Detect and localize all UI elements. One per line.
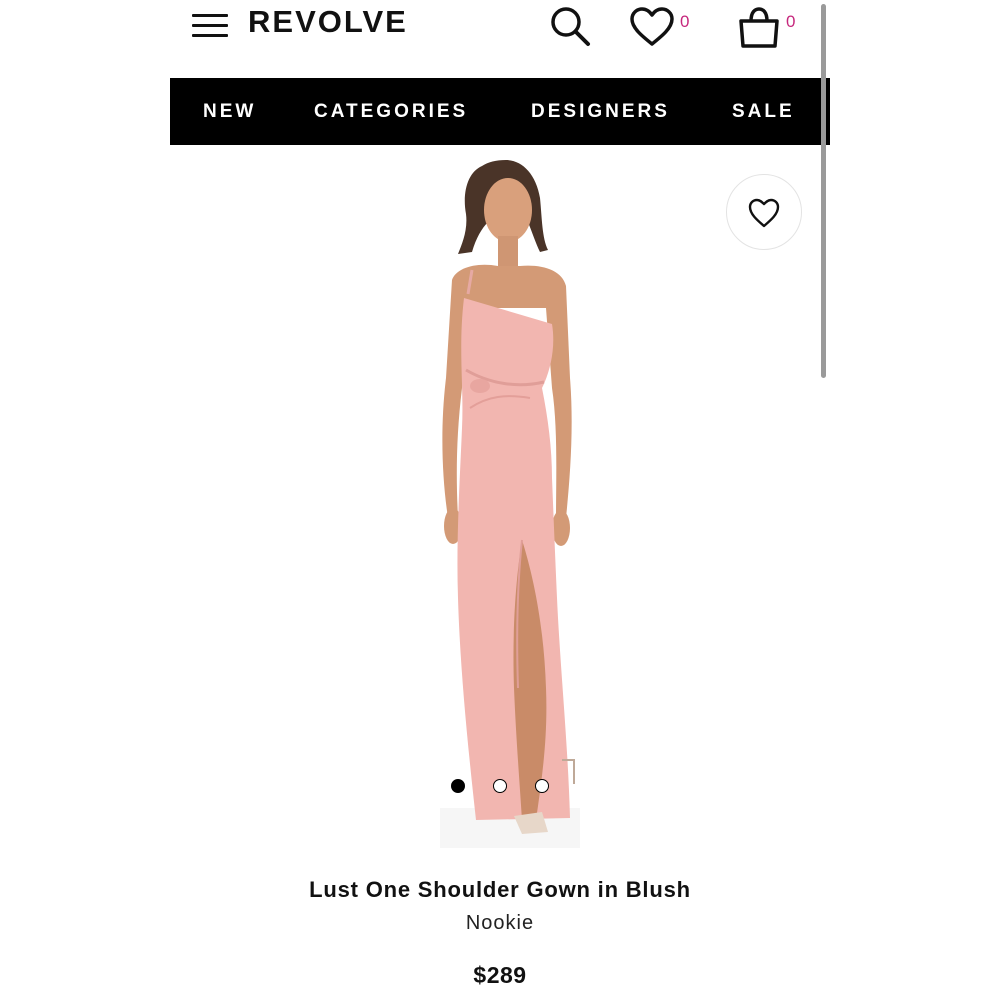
brand-logo[interactable]: REVOLVE bbox=[248, 4, 408, 40]
nav-categories[interactable]: CATEGORIES bbox=[314, 101, 468, 123]
heart-icon[interactable] bbox=[628, 6, 676, 48]
nav-designers[interactable]: DESIGNERS bbox=[531, 101, 670, 123]
nav-sale[interactable]: SALE bbox=[732, 101, 795, 123]
search-icon[interactable] bbox=[548, 4, 592, 48]
product-designer[interactable]: Nookie bbox=[170, 912, 830, 935]
menu-icon[interactable] bbox=[192, 14, 228, 38]
wishlist-count-badge: 0 bbox=[680, 12, 690, 31]
nav-new[interactable]: NEW bbox=[203, 101, 256, 123]
shopping-bag-icon[interactable] bbox=[736, 4, 782, 50]
carousel-dot-3[interactable] bbox=[535, 779, 549, 793]
favorite-button[interactable] bbox=[726, 174, 802, 250]
top-header: REVOLVE 0 0 bbox=[170, 0, 830, 56]
carousel-dot-2[interactable] bbox=[493, 779, 507, 793]
carousel-dot-1[interactable] bbox=[451, 779, 465, 793]
product-page: REVOLVE 0 0 NEW CATEGORIES DESIGNERS SAL… bbox=[170, 0, 830, 1000]
scrollbar[interactable] bbox=[821, 4, 826, 378]
product-price: $289 bbox=[473, 962, 527, 988]
heart-outline-icon bbox=[748, 198, 780, 228]
product-image[interactable] bbox=[170, 148, 830, 848]
category-nav: NEW CATEGORIES DESIGNERS SALE bbox=[170, 78, 830, 145]
product-name: Lust One Shoulder Gown in Blush bbox=[309, 877, 691, 902]
bag-count-badge: 0 bbox=[786, 12, 796, 31]
